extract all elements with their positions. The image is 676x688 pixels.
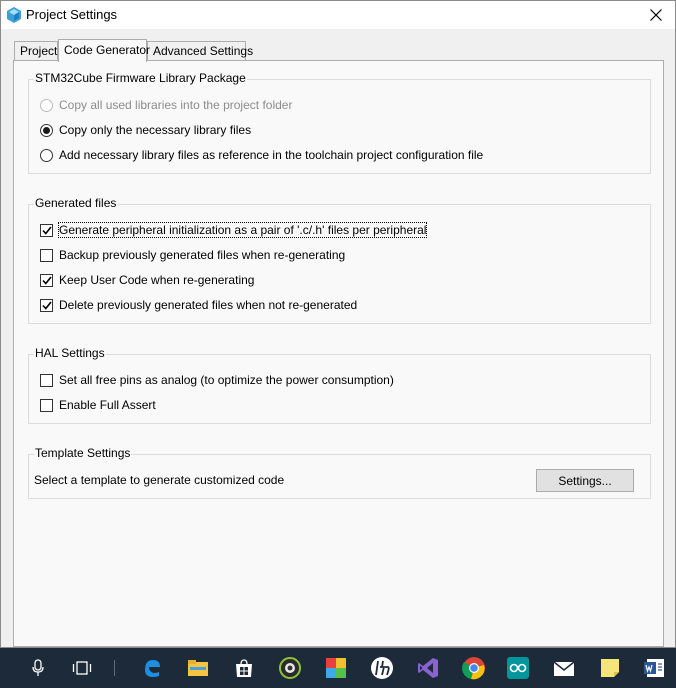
generated-files-group: Generated files Generate peripheral init…: [28, 196, 651, 324]
windows-taskbar: [0, 648, 676, 688]
checkbox[interactable]: [40, 398, 53, 412]
checkbox[interactable]: [40, 248, 53, 262]
template-description-row: Select a template to generate customized…: [34, 472, 284, 488]
generated-files-title: Generated files: [34, 196, 118, 210]
tab-advanced-settings[interactable]: Advanced Settings: [147, 41, 253, 61]
taskbar-hp[interactable]: [364, 652, 400, 684]
taskbar-chrome[interactable]: [456, 652, 492, 684]
mail-icon: [553, 661, 575, 676]
checkbox-label: Set all free pins as analog (to optimize…: [59, 373, 394, 387]
taskbar-paint-app[interactable]: [318, 652, 354, 684]
file-explorer-icon: [188, 660, 208, 676]
checkbox-label: Keep User Code when re-generating: [59, 273, 255, 287]
radio-label: Add necessary library files as reference…: [59, 148, 484, 162]
checkbox-keep-user-code[interactable]: Keep User Code when re-generating: [40, 272, 254, 288]
task-view-icon: [72, 661, 92, 675]
template-settings-title: Template Settings: [34, 446, 132, 460]
radio-label: Copy all used libraries into the project…: [59, 98, 293, 112]
checkbox-label: Enable Full Assert: [59, 398, 156, 412]
project-settings-window: Project Settings Project Code Generator …: [0, 0, 676, 648]
tab-code-generator[interactable]: Code Generator: [58, 39, 150, 62]
checkbox[interactable]: [40, 298, 53, 312]
radio-button[interactable]: [40, 98, 53, 112]
settings-button[interactable]: Settings...: [536, 469, 634, 492]
taskbar-arduino[interactable]: [500, 652, 536, 684]
visual-studio-icon: [418, 658, 438, 678]
taskbar-word[interactable]: [636, 652, 672, 684]
radio-button[interactable]: [40, 148, 53, 162]
microphone-icon: [32, 659, 44, 676]
checkmark-icon: [41, 301, 52, 310]
radio-copy-all-libraries[interactable]: Copy all used libraries into the project…: [40, 97, 292, 113]
checkbox-label: Delete previously generated files when n…: [59, 298, 358, 312]
title-bar: Project Settings: [1, 1, 675, 29]
radio-add-as-reference[interactable]: Add necessary library files as reference…: [40, 147, 483, 163]
firmware-library-group: STM32Cube Firmware Library Package Copy …: [28, 71, 651, 174]
checkbox[interactable]: [40, 373, 53, 387]
taskbar-separator: [114, 660, 115, 676]
checkbox-free-pins-analog[interactable]: Set all free pins as analog (to optimize…: [40, 372, 394, 388]
cortana-microphone-button[interactable]: [20, 652, 56, 684]
stm32cube-app-icon: [7, 7, 21, 23]
taskbar-sticky-notes[interactable]: [592, 652, 628, 684]
radio-button[interactable]: [40, 123, 53, 137]
checkbox-generate-peripheral-pairs[interactable]: Generate peripheral initialization as a …: [40, 222, 428, 238]
checkbox[interactable]: [40, 223, 53, 237]
taskbar-camera-app[interactable]: [272, 652, 308, 684]
radio-label: Copy only the necessary library files: [59, 123, 252, 137]
edge-icon: [145, 660, 160, 677]
code-generator-panel: STM32Cube Firmware Library Package Copy …: [13, 60, 664, 647]
paint-app-icon: [326, 658, 346, 678]
close-icon: [650, 9, 662, 21]
arduino-icon: [507, 657, 529, 679]
hp-icon: [371, 657, 393, 679]
checkbox-label: Generate peripheral initialization as a …: [57, 222, 428, 238]
radio-selected-dot: [43, 126, 50, 134]
checkmark-icon: [41, 226, 52, 235]
firmware-group-title: STM32Cube Firmware Library Package: [34, 71, 247, 85]
store-icon: [236, 659, 252, 677]
taskbar-file-explorer[interactable]: [180, 652, 216, 684]
checkbox-backup-files[interactable]: Backup previously generated files when r…: [40, 247, 345, 263]
taskbar-store[interactable]: [226, 652, 262, 684]
camera-app-icon: [279, 657, 301, 679]
task-view-button[interactable]: [64, 652, 100, 684]
window-title: Project Settings: [26, 7, 118, 22]
taskbar-edge[interactable]: [134, 652, 170, 684]
checkbox-enable-full-assert[interactable]: Enable Full Assert: [40, 397, 156, 413]
checkbox-label: Backup previously generated files when r…: [59, 248, 346, 262]
close-button[interactable]: [643, 3, 669, 27]
tab-project[interactable]: Project: [14, 41, 58, 61]
sticky-notes-icon: [601, 659, 619, 677]
checkbox[interactable]: [40, 273, 53, 287]
chrome-icon: [462, 657, 485, 680]
word-icon: [644, 659, 664, 677]
checkbox-delete-previous-files[interactable]: Delete previously generated files when n…: [40, 297, 357, 313]
taskbar-mail[interactable]: [546, 652, 582, 684]
hal-settings-group: HAL Settings Set all free pins as analog…: [28, 346, 651, 424]
template-description: Select a template to generate customized…: [34, 473, 285, 487]
taskbar-visual-studio[interactable]: [410, 652, 446, 684]
hal-settings-title: HAL Settings: [34, 346, 106, 360]
template-settings-group: Template Settings Select a template to g…: [28, 446, 651, 499]
checkmark-icon: [41, 276, 52, 285]
radio-copy-necessary-files[interactable]: Copy only the necessary library files: [40, 122, 251, 138]
